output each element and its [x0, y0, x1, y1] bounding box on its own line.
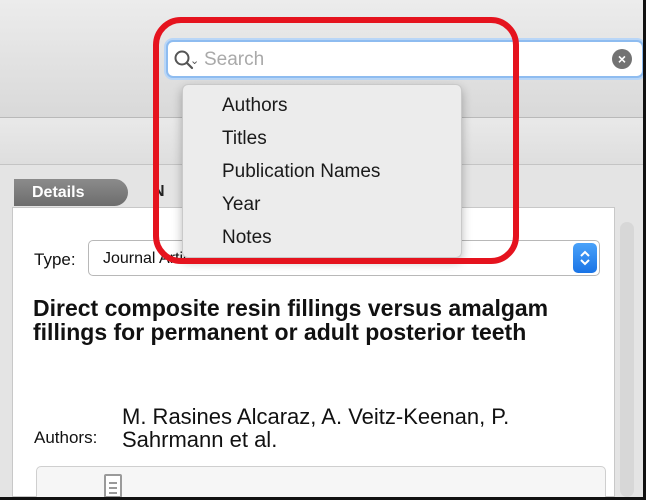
search-scope-menu: Authors Titles Publication Names Year No… [182, 84, 462, 258]
article-title: Direct composite resin fillings versus a… [33, 295, 549, 345]
type-label: Type: [34, 250, 76, 269]
menu-item-titles[interactable]: Titles [222, 128, 267, 150]
vertical-scrollbar[interactable] [620, 222, 634, 497]
document-icon [104, 474, 122, 497]
tab-details[interactable]: Details [14, 179, 128, 206]
updown-chevron-icon [573, 243, 597, 273]
tab-partial[interactable]: N [153, 183, 165, 201]
search-field[interactable]: ⌄ × [166, 40, 643, 78]
menu-item-authors[interactable]: Authors [222, 95, 287, 117]
clear-x-icon[interactable]: × [612, 49, 632, 69]
authors-label: Authors: [34, 428, 98, 447]
search-input[interactable] [202, 46, 606, 74]
app-window: Details N Type: Journal Article Direct c… [0, 0, 646, 500]
menu-item-publication-names[interactable]: Publication Names [222, 161, 380, 183]
chevron-down-icon: ⌄ [190, 55, 200, 67]
menu-item-year[interactable]: Year [222, 194, 260, 216]
left-gutter [0, 207, 12, 497]
authors-value: M. Rasines Alcaraz, A. Veitz-Keenan, P. … [122, 404, 510, 452]
tab-details-label: Details [32, 183, 85, 201]
menu-item-notes[interactable]: Notes [222, 227, 272, 249]
